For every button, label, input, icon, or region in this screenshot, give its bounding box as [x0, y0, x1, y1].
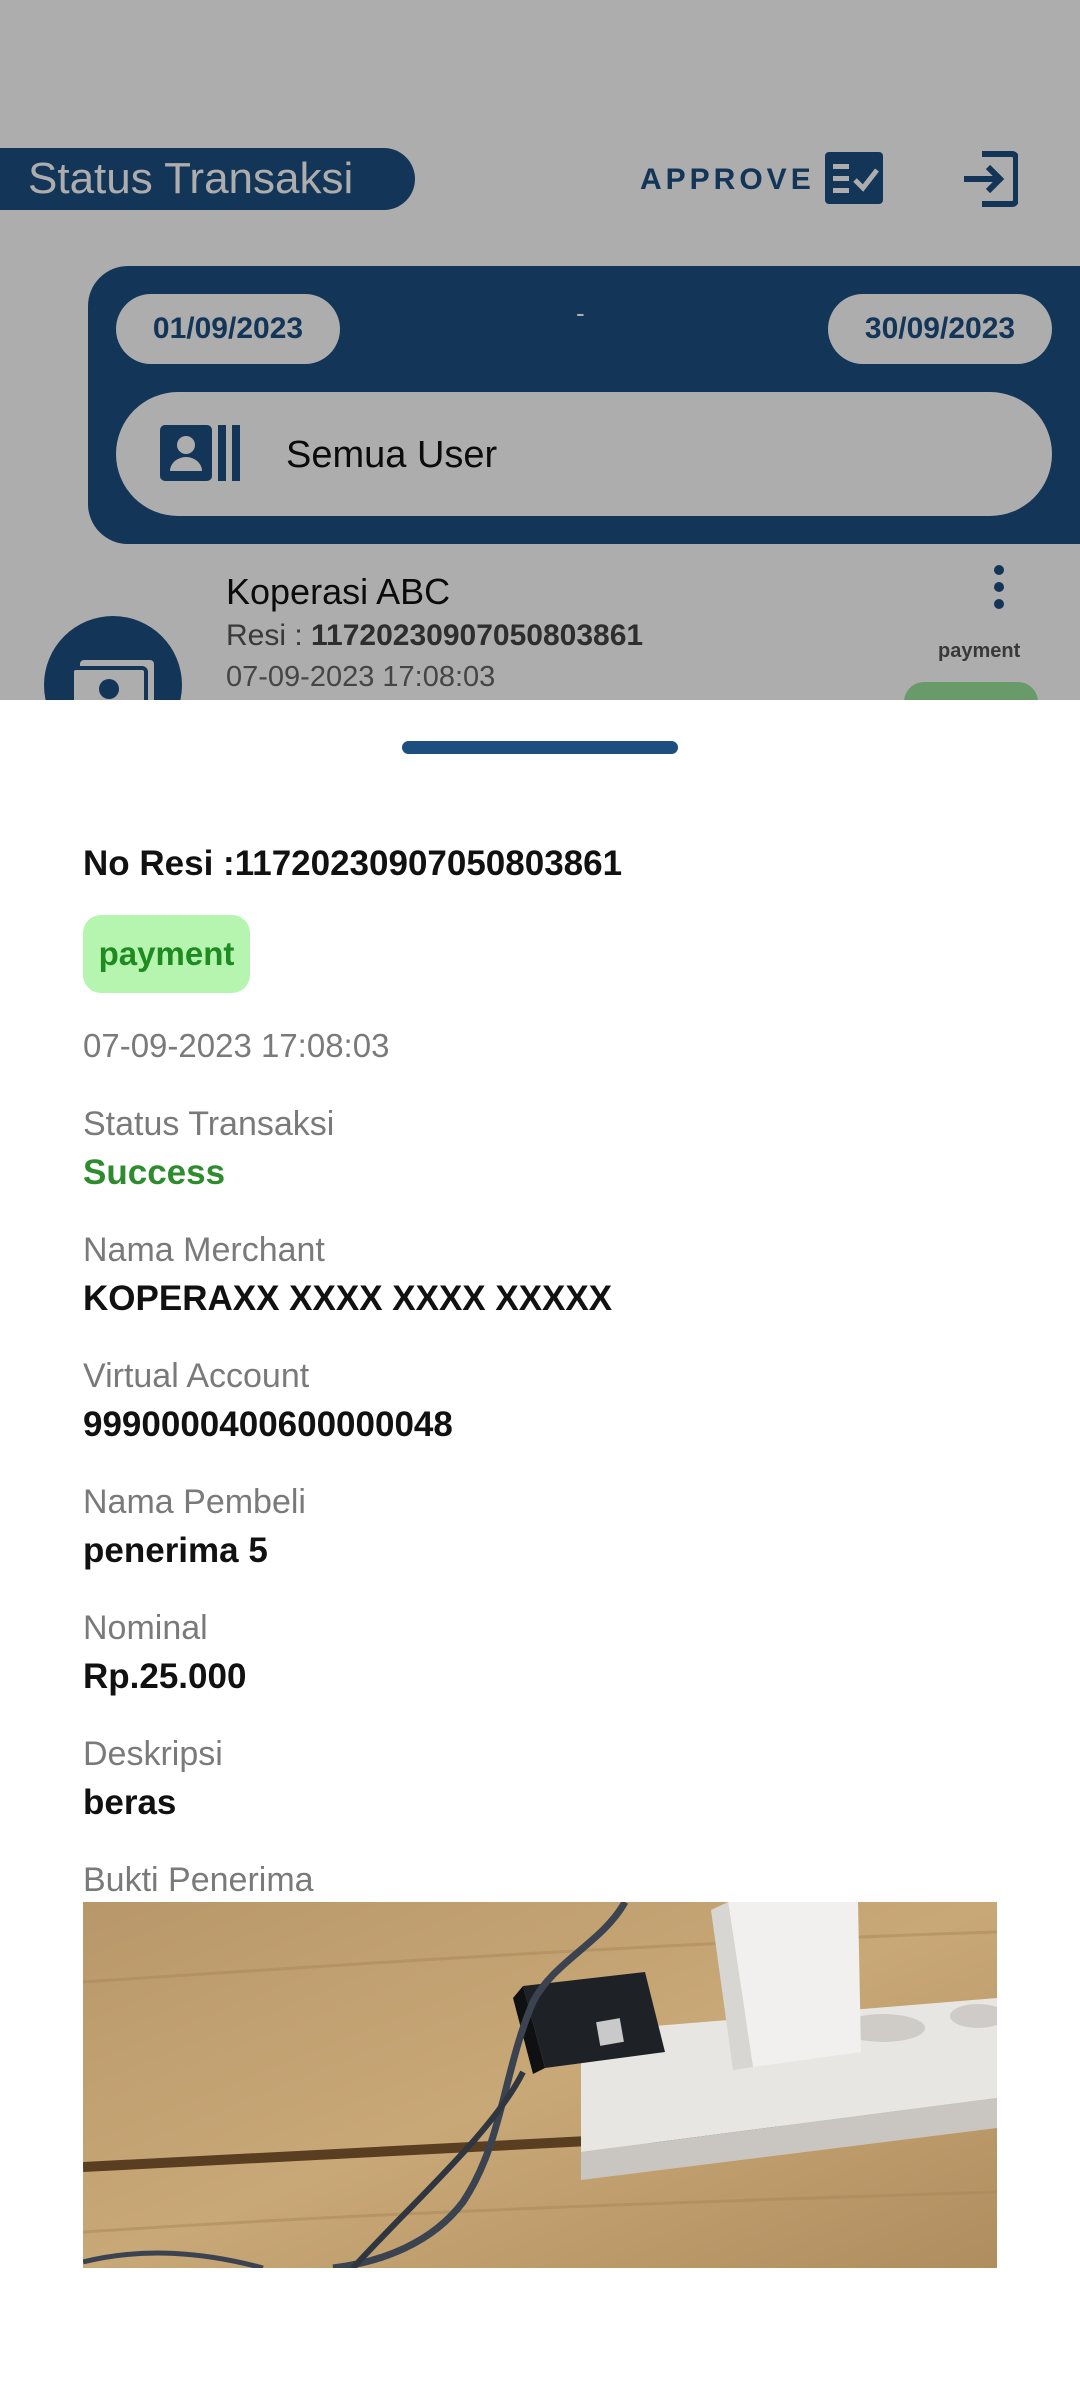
modal-scrim[interactable] [0, 0, 1080, 700]
nominal-label: Nominal [83, 1609, 208, 1647]
virtual-account-value: 9990000400600000048 [83, 1405, 453, 1444]
nominal-value: Rp.25.000 [83, 1657, 247, 1696]
transaction-datetime: 07-09-2023 17:08:03 [83, 1027, 390, 1064]
buyer-label: Nama Pembeli [83, 1483, 306, 1521]
receipt-number: No Resi :11720230907050803861 [83, 844, 623, 883]
buyer-value: penerima 5 [83, 1531, 268, 1570]
merchant-value: KOPERAXX XXXX XXXX XXXXX [83, 1279, 613, 1318]
merchant-label: Nama Merchant [83, 1231, 325, 1269]
virtual-account-label: Virtual Account [83, 1357, 310, 1395]
status-label: Status Transaksi [83, 1105, 335, 1143]
sheet-drag-handle[interactable] [402, 741, 678, 754]
description-value: beras [83, 1783, 177, 1822]
proof-label: Bukti Penerima [83, 1861, 314, 1899]
transaction-type-badge: payment [83, 915, 250, 993]
proof-photo[interactable] [83, 1902, 997, 2268]
status-value: Success [83, 1153, 226, 1192]
description-label: Deskripsi [83, 1735, 223, 1773]
